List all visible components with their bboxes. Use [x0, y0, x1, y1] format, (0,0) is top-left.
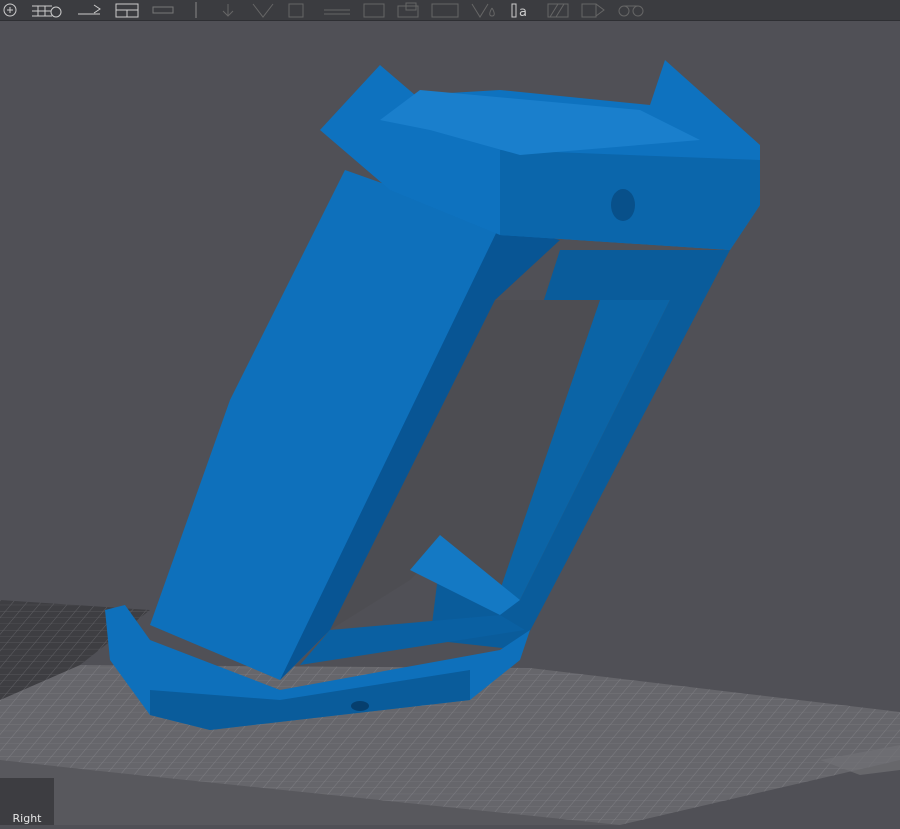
- text-icon[interactable]: a: [510, 2, 536, 18]
- shape-icon[interactable]: [430, 2, 460, 18]
- layer-icon[interactable]: [150, 2, 176, 18]
- toolbar: a: [0, 0, 900, 21]
- 3d-model-grip[interactable]: [105, 60, 760, 730]
- scene: [0, 60, 900, 825]
- color-paint-icon[interactable]: [470, 2, 500, 18]
- cut-icon[interactable]: [250, 2, 276, 18]
- assembly-icon[interactable]: [362, 2, 386, 18]
- add-object-icon[interactable]: [0, 2, 20, 18]
- view-orientation-label: Right: [0, 778, 54, 825]
- 3d-viewport[interactable]: [0, 21, 900, 825]
- svg-text:a: a: [519, 5, 527, 18]
- add-plate-icon[interactable]: [30, 2, 64, 18]
- arrange-icon[interactable]: [74, 2, 104, 18]
- box-icon[interactable]: [396, 2, 420, 18]
- support-paint-icon[interactable]: [286, 2, 312, 18]
- seam-icon[interactable]: [322, 2, 352, 18]
- hatch-icon[interactable]: [546, 2, 570, 18]
- measure-icon[interactable]: [580, 2, 606, 18]
- view-label-text: Right: [12, 812, 42, 825]
- split-view-icon[interactable]: [114, 2, 140, 18]
- scale-icon[interactable]: [616, 2, 646, 18]
- toolbar-divider: [186, 2, 206, 18]
- drop-to-bed-icon[interactable]: [216, 2, 240, 18]
